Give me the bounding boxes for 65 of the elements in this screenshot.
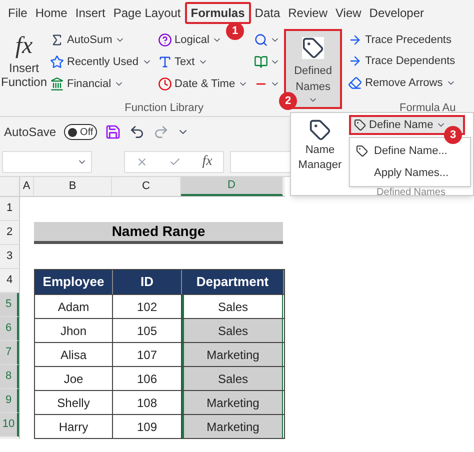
name-manager-button[interactable]: Name Manager <box>291 113 349 195</box>
ribbon-menu-button[interactable]: Financial <box>50 73 152 95</box>
column-header[interactable]: B <box>34 177 112 196</box>
ribbon-menu-button[interactable]: Date & Time <box>158 73 248 95</box>
autosave-label: AutoSave <box>4 124 56 141</box>
menu-tab[interactable]: Insert <box>71 2 110 24</box>
search-icon <box>254 33 268 47</box>
tag-icon <box>356 145 368 157</box>
save-icon[interactable] <box>105 124 122 140</box>
table-header-cell: Department <box>182 270 284 294</box>
table-cell: Sales <box>182 295 283 318</box>
ribbon-menu-button[interactable]: Recently Used <box>50 51 152 73</box>
book-icon <box>254 55 268 69</box>
menu-item[interactable]: Apply Names... <box>350 162 470 184</box>
star-icon <box>50 55 64 69</box>
tag-icon <box>302 37 324 59</box>
row-header[interactable]: 5 <box>0 293 19 317</box>
table-cell: Marketing <box>182 343 283 366</box>
table-header-cell: ID <box>113 270 182 294</box>
column-header[interactable]: A <box>20 177 34 196</box>
menu-tab[interactable]: Home <box>31 2 72 24</box>
undo-icon[interactable] <box>129 124 146 140</box>
menu-tab[interactable]: Developer <box>365 2 428 24</box>
tag-icon <box>354 119 366 131</box>
row-header[interactable]: 8 <box>0 365 19 389</box>
row-header[interactable]: 7 <box>0 341 19 365</box>
table-cell: Sales <box>182 319 283 342</box>
row-header[interactable]: 1 <box>0 197 19 221</box>
column-header[interactable]: D <box>181 177 283 196</box>
group-label: Function Library <box>124 100 204 116</box>
bank-icon <box>50 77 64 91</box>
sigma-icon <box>50 33 64 47</box>
ribbon-menu-button[interactable]: AutoSum <box>50 29 152 51</box>
autosave-toggle[interactable]: Off <box>64 124 98 140</box>
row-header[interactable]: 9 <box>0 389 19 413</box>
auditing-button[interactable]: Trace Precedents <box>348 29 456 50</box>
auditing-button[interactable]: Trace Dependents <box>348 50 456 72</box>
insert-function-icon[interactable]: fx <box>202 151 212 172</box>
group-label: Formula Au <box>399 100 456 116</box>
letter-icon <box>158 55 172 69</box>
row-header[interactable]: 2 <box>0 221 19 245</box>
row-header[interactable]: 10 <box>0 413 19 437</box>
menu-tab[interactable]: View <box>332 2 366 24</box>
table-header-cell: Employee <box>35 270 113 294</box>
menu-tab[interactable]: Data <box>250 2 284 24</box>
check-icon[interactable] <box>168 156 181 168</box>
auditing-button[interactable]: Remove Arrows <box>348 72 456 94</box>
eraser-icon <box>348 76 362 90</box>
tag-icon <box>309 119 331 141</box>
row-header[interactable]: 6 <box>0 317 19 341</box>
ribbon-menu-button[interactable]: Text <box>158 51 248 73</box>
table-cell: Sales <box>182 367 283 390</box>
insert-function-button[interactable]: fx Insert Function <box>0 25 48 116</box>
question-icon <box>158 33 172 47</box>
menu-tab[interactable]: Page Layout <box>109 2 185 24</box>
redo-icon[interactable] <box>153 124 170 140</box>
menu-tab[interactable]: File <box>4 2 32 24</box>
sheet-title: Named Range <box>34 222 283 244</box>
table-cell: Marketing <box>182 391 283 414</box>
menu-tab[interactable]: Review <box>284 2 332 24</box>
table-cell: Marketing <box>182 415 283 438</box>
clock-icon <box>158 77 172 91</box>
row-header[interactable]: 3 <box>0 245 19 269</box>
cancel-icon[interactable] <box>136 156 148 168</box>
group-label: Defined Names <box>376 187 446 198</box>
